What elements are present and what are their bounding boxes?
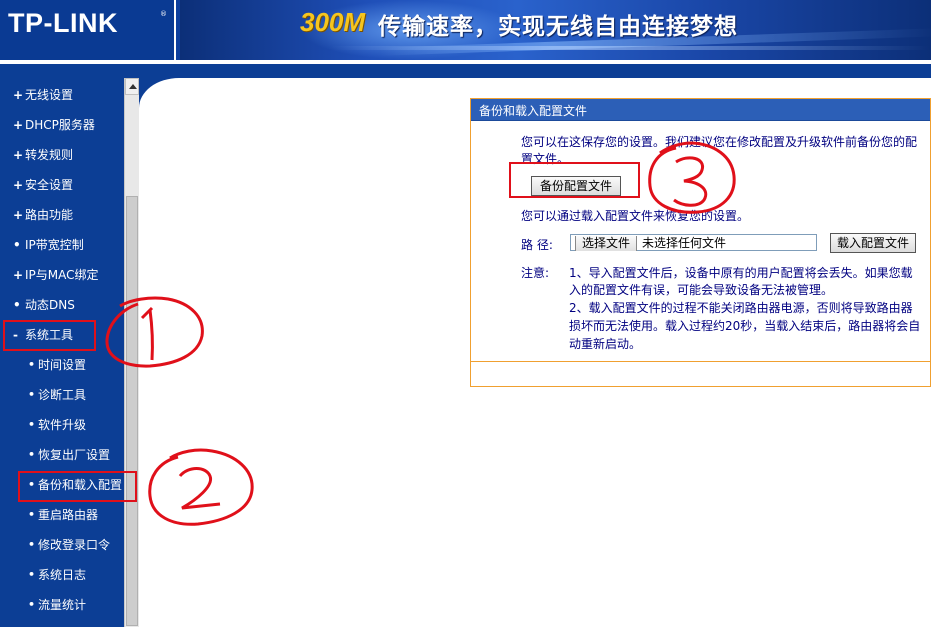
annotation-circle-1 (105, 296, 204, 368)
annotation-number-2 (178, 467, 221, 510)
annotation-number-3 (673, 156, 708, 207)
annotation-number-1 (148, 309, 154, 361)
annotation-numbers (105, 141, 736, 526)
annotation-circle-2 (148, 448, 254, 526)
router-admin-page: TP-LINK ® 300M 传输速率，实现无线自由连接梦想 + 无线设置 + DH… (0, 0, 931, 627)
